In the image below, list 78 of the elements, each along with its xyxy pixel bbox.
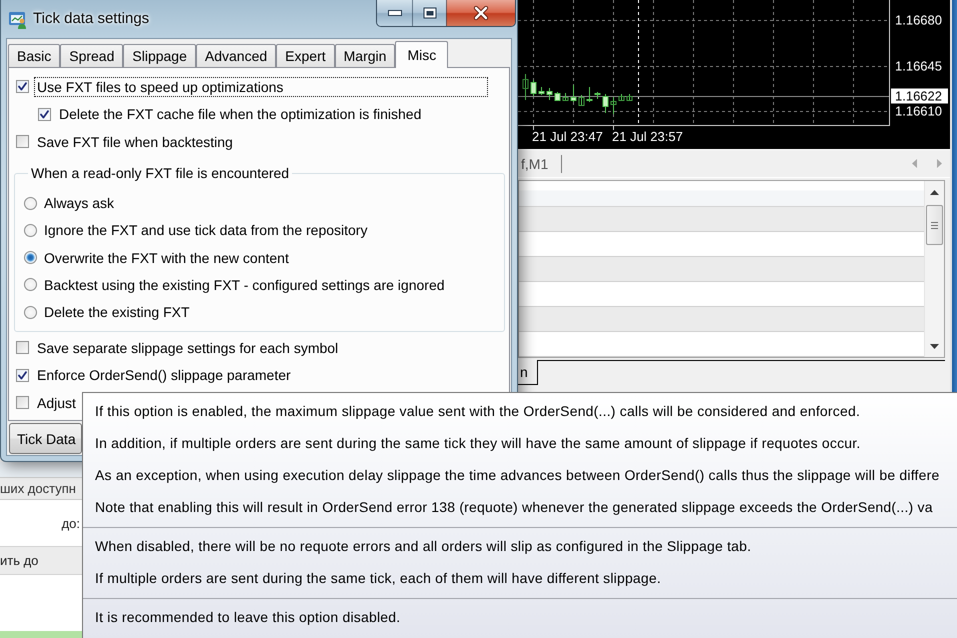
window-title: Tick data settings (33, 10, 150, 28)
scrollbar[interactable] (924, 181, 944, 357)
checkbox-label: Enforce OrderSend() slippage parameter (36, 366, 292, 385)
tab[interactable]: Slippage (123, 44, 196, 68)
tooltip-text: When disabled, there will be no requote errors and all orders will slip as configured in the Slippage tab. (95, 538, 752, 555)
radio-label: Always ask (44, 195, 114, 212)
maximize-button[interactable] (412, 0, 446, 26)
candle (602, 94, 608, 114)
radio-label: Overwrite the FXT with the new content (44, 250, 289, 266)
candle (610, 96, 616, 114)
current-price-label: 1.16622 (891, 88, 948, 104)
checkbox-label: Save FXT file when backtesting (36, 132, 234, 152)
up-arrow-icon[interactable] (930, 190, 939, 194)
checkmark-icon (18, 370, 27, 380)
tab[interactable]: Margin (334, 44, 396, 68)
candle (586, 86, 592, 102)
radio-label: Delete the existing FXT (44, 304, 190, 320)
candle (578, 94, 584, 106)
maximize-icon (422, 7, 436, 19)
tooltip-text: Note that enabling this will result in OrderSend error 138 (requote) whenever the generated slippage exceeds the OrderSend(...) va (95, 499, 933, 516)
checkmark-icon (40, 110, 49, 119)
tooltip-text: As an exception, when using execution delay slippage the time advances between OrderSend() calls thus the slippage will be differe (95, 467, 940, 484)
grip-icon (931, 222, 938, 228)
tooltip-text: If multiple orders are sent during the same tick, each of them will have different slippage. (95, 570, 661, 587)
app-icon (8, 9, 28, 29)
price-label: 1.16645 (895, 58, 942, 74)
checkmark-icon (18, 82, 27, 92)
minimize-button[interactable] (377, 0, 412, 26)
checkbox-label: Delete the FXT cache file when the optimization is finished (58, 105, 422, 124)
radio-button[interactable] (24, 306, 37, 319)
down-arrow-icon[interactable] (930, 344, 939, 348)
candle (522, 74, 528, 100)
bottom-tab[interactable]: n (518, 360, 538, 385)
candle (538, 86, 544, 96)
checkbox[interactable] (16, 341, 29, 354)
checkbox[interactable] (16, 396, 29, 409)
candle (618, 94, 624, 102)
close-button[interactable] (446, 0, 515, 26)
candle (562, 92, 568, 101)
tab[interactable]: Basic (8, 44, 60, 68)
tick-data-button[interactable]: Tick Data (9, 423, 82, 454)
checkbox-label: Save separate slippage settings for each symbol (36, 338, 340, 358)
radio-button[interactable] (24, 278, 37, 292)
column-header: ших доступн (0, 477, 82, 500)
radio-button[interactable] (24, 196, 37, 210)
candle (570, 84, 576, 102)
tab[interactable]: Misc (395, 41, 448, 68)
close-icon (473, 6, 489, 20)
checkbox-label: Use FXT files to speed up optimizations (34, 76, 488, 97)
checkbox[interactable] (16, 135, 29, 148)
tab[interactable]: Expert (276, 44, 335, 68)
tab[interactable]: Spread (60, 44, 124, 68)
candle (626, 94, 632, 102)
checkbox[interactable] (16, 80, 29, 94)
candle (546, 88, 552, 100)
tooltip-text: If this option is enabled, the maximum slippage value sent with the OrderSend(...) calls will be considered and enforced. (95, 403, 860, 420)
radio-button[interactable] (24, 251, 37, 264)
checkbox[interactable] (16, 368, 29, 382)
price-label: 1.16610 (895, 104, 942, 118)
candle (554, 92, 560, 101)
price-label: 1.16680 (895, 12, 942, 28)
tab[interactable]: Advanced (196, 44, 276, 68)
time-label: 21 Jul 23:57 (612, 129, 683, 144)
table-cell: ить до (0, 546, 82, 575)
time-label: 21 Jul 23:47 (532, 129, 603, 144)
radio-label: Backtest using the existing FXT - configured settings are ignored (44, 276, 445, 293)
checkbox[interactable] (38, 108, 51, 121)
group-title: When a read-only FXT file is encountered (30, 164, 290, 182)
chart-tab[interactable]: f,M1 (521, 156, 548, 172)
tooltip-text: In addition, if multiple orders are sent during the same tick they will have the same amount of slippage if requotes occur. (95, 435, 860, 452)
candle (594, 92, 600, 100)
radio-button[interactable] (24, 224, 37, 237)
tooltip-text: It is recommended to leave this option disabled. (95, 609, 400, 626)
scrollbar-thumb[interactable] (926, 205, 943, 245)
radio-label: Ignore the FXT and use tick data from the repository (44, 222, 368, 238)
candle (530, 80, 536, 96)
minimize-icon (388, 10, 402, 16)
checkbox-label: Adjust (36, 394, 77, 412)
